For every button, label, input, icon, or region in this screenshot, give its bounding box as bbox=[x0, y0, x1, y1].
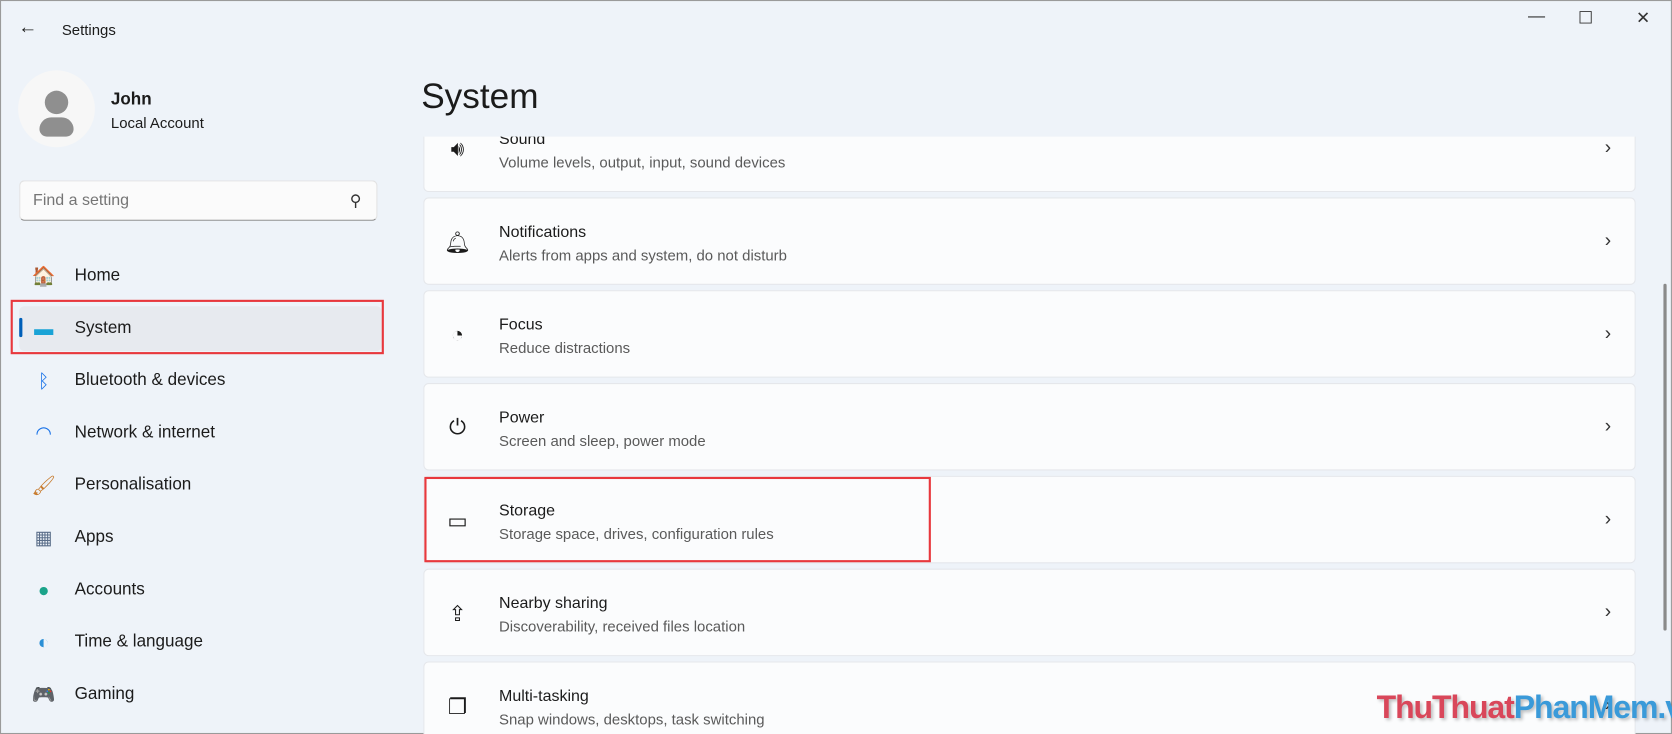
card-title: Notifications bbox=[499, 222, 587, 242]
accounts-icon: ● bbox=[37, 578, 50, 601]
chevron-right-icon: › bbox=[1604, 229, 1612, 251]
sidebar-item-time-language[interactable]: ◐ Time & language bbox=[19, 620, 382, 665]
sound-icon: 🔊︎ bbox=[450, 137, 465, 161]
page-title: System bbox=[421, 75, 539, 116]
card-subtitle: Screen and sleep, power mode bbox=[499, 432, 706, 450]
scrollbar[interactable] bbox=[1663, 283, 1667, 631]
sidebar-item-gaming[interactable]: 🎮 Gaming bbox=[19, 672, 382, 717]
search-input[interactable] bbox=[33, 190, 332, 210]
card-subtitle: Reduce distractions bbox=[499, 339, 631, 357]
card-focus[interactable]: ◔ Focus Reduce distractions › bbox=[423, 290, 1636, 378]
sidebar-item-label: Personalisation bbox=[74, 475, 192, 494]
avatar[interactable] bbox=[18, 70, 95, 148]
sidebar-item-label: Gaming bbox=[74, 684, 135, 704]
card-nearby-sharing[interactable]: ⇪ Nearby sharing Discoverability, received… bbox=[423, 568, 1636, 657]
multi-tasking-icon: ❐ bbox=[447, 695, 468, 719]
sidebar-item-label: Home bbox=[74, 266, 121, 285]
notifications-icon: 🔔︎ bbox=[443, 230, 471, 255]
search-box[interactable]: ⚲ bbox=[19, 180, 378, 221]
sidebar-item-label: Accounts bbox=[74, 580, 145, 599]
card-subtitle: Volume levels, output, input, sound devi… bbox=[499, 153, 786, 171]
close-button[interactable]: ✕ bbox=[1627, 7, 1659, 30]
chevron-right-icon: › bbox=[1604, 507, 1612, 530]
maximize-button[interactable]: ☐ bbox=[1570, 7, 1602, 30]
focus-icon: ◔ bbox=[450, 322, 464, 347]
window-title: Settings bbox=[61, 21, 116, 39]
chevron-right-icon: › bbox=[1604, 136, 1612, 158]
home-icon: 🏠 bbox=[31, 265, 56, 287]
user-name: John bbox=[110, 90, 152, 109]
sidebar-item-label: Network & internet bbox=[74, 423, 215, 442]
card-sound[interactable]: 🔊︎ Sound Volume levels, output, input, sou… bbox=[423, 136, 1636, 193]
chevron-right-icon: › bbox=[1604, 322, 1612, 344]
sidebar-item-accounts[interactable]: ● Accounts bbox=[19, 568, 382, 613]
bluetooth-icon: ᛒ bbox=[37, 369, 50, 392]
sidebar-item-bluetooth-devices[interactable]: ᛒ Bluetooth & devices bbox=[19, 358, 382, 403]
settings-list: 🔊︎ Sound Volume levels, output, input, sou… bbox=[423, 136, 1636, 734]
back-button[interactable]: ← bbox=[18, 16, 37, 38]
sidebar-item-label: Apps bbox=[74, 528, 114, 547]
highlight-box-storage bbox=[424, 476, 931, 563]
watermark: ThuThuatPhanMem.vn bbox=[1376, 690, 1672, 726]
sidebar-item-label: Bluetooth & devices bbox=[74, 371, 226, 390]
brush-icon: 🖌 bbox=[31, 474, 56, 496]
power-icon: ⏻ bbox=[448, 415, 466, 440]
card-title: Focus bbox=[499, 315, 543, 334]
account-type: Local Account bbox=[110, 114, 204, 132]
chevron-right-icon: › bbox=[1604, 600, 1612, 623]
sidebar-item-network-internet[interactable]: ◠ Network & internet bbox=[19, 411, 382, 456]
card-title: Nearby sharing bbox=[499, 594, 608, 613]
chevron-right-icon: › bbox=[1604, 415, 1612, 437]
card-notifications[interactable]: 🔔︎ Notifications Alerts from apps and syst… bbox=[423, 197, 1636, 285]
card-subtitle: Alerts from apps and system, do not dist… bbox=[499, 246, 787, 264]
sidebar-item-apps[interactable]: ▦ Apps bbox=[19, 515, 382, 560]
card-subtitle: Discoverability, received files location bbox=[499, 617, 746, 635]
sidebar-item-label: Time & language bbox=[74, 632, 203, 651]
minimize-button[interactable]: — bbox=[1521, 7, 1553, 30]
settings-window: ← Settings — ☐ ✕ John Local Account ⚲ 🏠 H… bbox=[0, 0, 1672, 734]
card-title: Power bbox=[499, 408, 545, 427]
card-power[interactable]: ⏻ Power Screen and sleep, power mode › bbox=[423, 383, 1636, 471]
wifi-icon: ◠ bbox=[35, 421, 53, 444]
sidebar-item-home[interactable]: 🏠 Home bbox=[19, 254, 382, 299]
nearby-sharing-icon: ⇪ bbox=[448, 602, 467, 626]
highlight-box-system bbox=[10, 299, 384, 355]
card-title: Multi-tasking bbox=[499, 687, 589, 706]
search-icon[interactable]: ⚲ bbox=[350, 191, 362, 210]
apps-icon: ▦ bbox=[34, 526, 53, 548]
card-title: Sound bbox=[499, 136, 546, 149]
gamepad-icon: 🎮 bbox=[31, 683, 56, 705]
card-subtitle: Snap windows, desktops, task switching bbox=[499, 710, 765, 728]
sidebar-item-personalisation[interactable]: 🖌 Personalisation bbox=[19, 463, 382, 508]
globe-clock-icon: ◐ bbox=[37, 631, 50, 653]
